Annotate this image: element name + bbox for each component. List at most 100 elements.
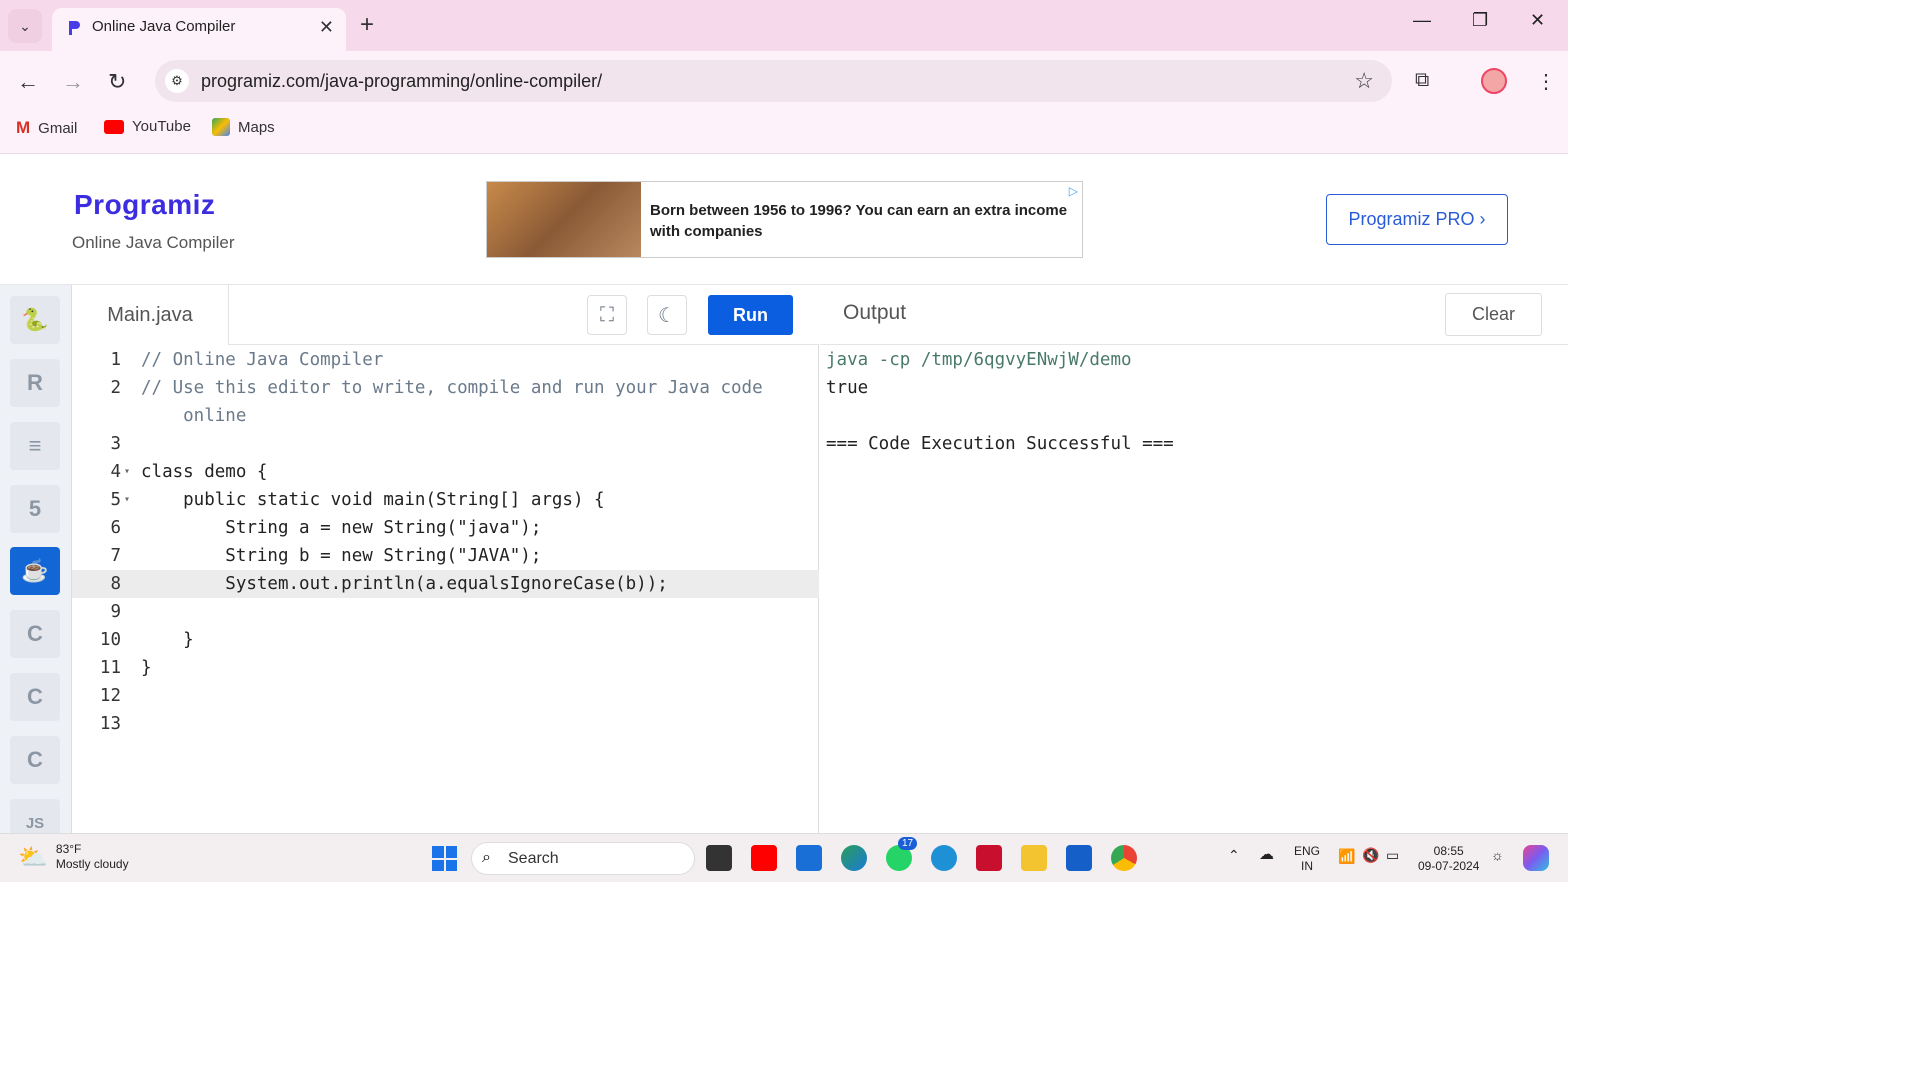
whatsapp-icon[interactable]: 17	[886, 837, 918, 871]
close-tab-icon[interactable]: ✕	[319, 17, 334, 38]
fold-arrow-icon[interactable]: ▾	[124, 458, 130, 486]
volume-muted-icon[interactable]: 🔇	[1362, 848, 1379, 863]
code-text: // Use this editor to write, compile and…	[141, 378, 763, 398]
java-icon[interactable]: ☕	[10, 547, 60, 595]
clock-date: 09-07-2024	[1418, 859, 1480, 873]
page-subtitle: Online Java Compiler	[72, 233, 235, 252]
language-sidebar: 🐍 R ≡ 5 ☕ C C C JS	[0, 285, 72, 833]
browser-tab[interactable]: Online Java Compiler ✕	[52, 8, 346, 51]
advertisement-banner[interactable]: Born between 1956 to 1996? You can earn …	[486, 181, 1083, 258]
back-icon[interactable]: ←	[17, 69, 39, 95]
bookmark-label: YouTube	[132, 118, 191, 135]
file-tab[interactable]: Main.java	[72, 285, 229, 345]
code-editor[interactable]: 1 // Online Java Compiler 2 // Use this …	[72, 345, 819, 833]
code-text: String b = new String("JAVA");	[141, 546, 542, 566]
window-close-icon[interactable]: ✕	[1530, 10, 1545, 31]
battery-icon[interactable]: ▭	[1386, 848, 1399, 863]
fullscreen-icon[interactable]: ⛶	[587, 295, 627, 335]
weather-widget[interactable]: ⛅ 83°F Mostly cloudy	[18, 842, 129, 872]
reload-icon[interactable]: ↻	[108, 69, 126, 95]
new-tab-button[interactable]: +	[360, 12, 374, 38]
run-button[interactable]: Run	[708, 295, 793, 335]
line-number: 2	[110, 378, 121, 398]
code-text: class demo {	[141, 462, 268, 482]
ad-text: Born between 1956 to 1996? You can earn …	[650, 202, 1068, 240]
output-console[interactable]: java -cp /tmp/6qgvyENwjW/demo true === C…	[820, 345, 1568, 833]
code-text: // Online Java Compiler	[141, 350, 384, 370]
html5-icon[interactable]: 5	[10, 485, 60, 533]
site-info-icon[interactable]: ⚙	[165, 69, 189, 93]
programiz-logo[interactable]: Programiz	[74, 189, 215, 221]
task-view-icon[interactable]	[706, 845, 732, 871]
code-line: 10 }	[72, 626, 819, 654]
line-number: 12	[99, 686, 121, 706]
minimize-icon[interactable]: —	[1413, 10, 1431, 31]
fold-arrow-icon[interactable]: ▾	[124, 486, 130, 514]
show-hidden-icons-icon[interactable]: ⌃	[1228, 848, 1240, 863]
forward-icon[interactable]: →	[62, 69, 84, 95]
clock[interactable]: 08:55 09-07-2024	[1418, 844, 1479, 874]
bookmark-maps[interactable]: Maps	[212, 118, 275, 136]
sql-icon[interactable]: ≡	[10, 422, 60, 470]
bookmark-youtube[interactable]: YouTube	[104, 118, 191, 135]
language-indicator[interactable]: ENG IN	[1294, 844, 1320, 874]
wifi-icon[interactable]: 📶	[1338, 849, 1355, 864]
programiz-pro-button[interactable]: Programiz PRO ›	[1326, 194, 1508, 245]
address-bar[interactable]: ⚙ programiz.com/java-programming/online-…	[155, 60, 1392, 102]
cloudy-weather-icon: ⛅	[18, 843, 48, 871]
tab-search-button[interactable]: ⌄	[8, 9, 42, 43]
js-icon[interactable]: JS	[10, 799, 60, 833]
cpp-icon[interactable]: C	[10, 673, 60, 721]
help-app-icon[interactable]	[931, 845, 957, 871]
ad-image	[487, 182, 641, 257]
edge-browser-icon[interactable]	[841, 845, 867, 871]
code-line: 12	[72, 682, 819, 710]
microsoft-store-icon[interactable]	[1066, 845, 1092, 871]
profile-avatar[interactable]	[1481, 68, 1507, 94]
windows-start-icon[interactable]	[432, 846, 457, 871]
chevron-down-icon: ⌄	[19, 17, 31, 34]
code-line: 7 String b = new String("JAVA");	[72, 542, 819, 570]
code-text: String a = new String("java");	[141, 518, 542, 538]
copilot-icon[interactable]	[1523, 845, 1549, 871]
line-number: 8	[110, 574, 121, 594]
weather-condition: Mostly cloudy	[55, 857, 129, 871]
output-status: === Code Execution Successful ===	[826, 434, 1174, 454]
bookmark-star-icon[interactable]: ☆	[1354, 68, 1374, 94]
line-number: 7	[110, 546, 121, 566]
clear-button[interactable]: Clear	[1445, 293, 1542, 336]
youtube-app-icon[interactable]	[751, 845, 777, 871]
line-number: 5	[110, 490, 121, 510]
programiz-favicon-icon	[69, 21, 80, 35]
ad-choices-icon[interactable]: ▷	[1069, 184, 1078, 198]
restore-icon[interactable]: ❐	[1472, 10, 1488, 31]
c-icon[interactable]: C	[10, 610, 60, 658]
code-text: System.out.println(a.equalsIgnoreCase(b)…	[141, 574, 668, 594]
line-number: 4	[110, 462, 121, 482]
csharp-icon[interactable]: C	[10, 736, 60, 784]
bookmark-gmail[interactable]: M Gmail	[16, 118, 77, 138]
line-number: 11	[99, 658, 121, 678]
onedrive-icon[interactable]: ☁	[1259, 847, 1274, 862]
file-explorer-icon[interactable]	[1021, 845, 1047, 871]
chrome-icon[interactable]	[1111, 845, 1137, 871]
line-number: 3	[110, 434, 121, 454]
code-text: online	[141, 406, 247, 426]
taskbar-search[interactable]: ⌕ Search	[471, 842, 695, 875]
bookmark-label: Maps	[238, 118, 275, 136]
output-result: true	[826, 378, 869, 398]
focus-assist-icon[interactable]: ☼	[1491, 848, 1504, 863]
output-command: java -cp /tmp/6qgvyENwjW/demo	[826, 350, 1132, 370]
python-icon[interactable]: 🐍	[10, 296, 60, 344]
url-text[interactable]: programiz.com/java-programming/online-co…	[201, 71, 602, 92]
mcafee-icon[interactable]	[976, 845, 1002, 871]
notification-badge: 17	[898, 837, 918, 850]
maps-icon	[212, 118, 230, 136]
r-icon[interactable]: R	[10, 359, 60, 407]
menu-icon[interactable]: ⋮	[1536, 69, 1556, 94]
line-number: 9	[110, 602, 121, 622]
extensions-icon[interactable]: ⧉	[1415, 69, 1429, 92]
page-header: Programiz Online Java Compiler Born betw…	[0, 155, 1568, 285]
myhp-app-icon[interactable]	[796, 845, 822, 871]
dark-mode-icon[interactable]: ☾	[647, 295, 687, 335]
